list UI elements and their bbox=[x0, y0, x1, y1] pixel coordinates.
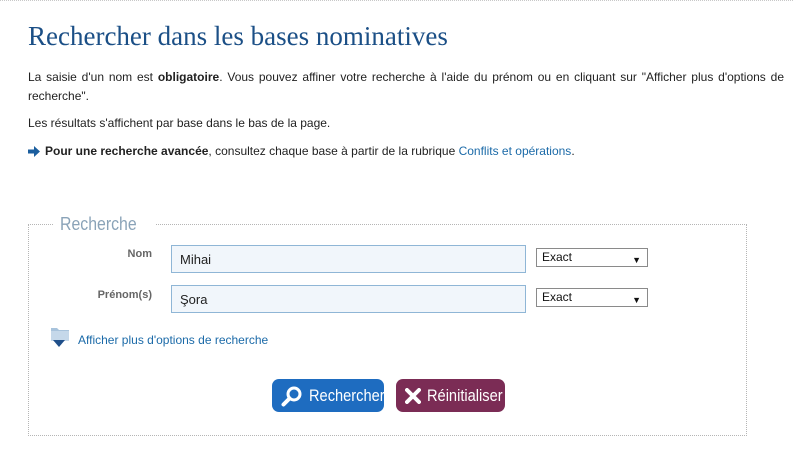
intro-mandatory: obligatoire bbox=[157, 70, 220, 84]
advanced-search-text: , consultez chaque base à partir de la r… bbox=[208, 144, 459, 158]
advanced-search-label: Pour une recherche avancée bbox=[45, 144, 209, 158]
advanced-search-end: . bbox=[571, 144, 575, 158]
more-options-link[interactable]: Afficher plus d'options de recherche bbox=[78, 333, 268, 347]
dropdown-caret-icon: ▼ bbox=[632, 255, 641, 265]
search-button-label: Rechercher bbox=[309, 385, 385, 405]
close-icon bbox=[405, 387, 421, 404]
dropdown-caret-icon: ▼ bbox=[632, 295, 641, 305]
results-note: Les résultats s'affichent par base dans … bbox=[28, 116, 331, 130]
search-button[interactable]: Rechercher bbox=[272, 379, 385, 412]
more-options-toggle[interactable]: Afficher plus d'options de recherche bbox=[50, 326, 268, 353]
prenom-input[interactable] bbox=[171, 285, 526, 313]
nom-label: Nom bbox=[127, 248, 152, 260]
search-icon bbox=[281, 385, 303, 407]
intro-paragraph: La saisie d'un nom est obligatoire. Vous… bbox=[28, 68, 784, 106]
conflicts-operations-link[interactable]: Conflits et opérations bbox=[459, 144, 572, 158]
intro-text-start: La saisie d'un nom est bbox=[28, 70, 158, 84]
nom-match-select[interactable]: Exact ▼ bbox=[536, 248, 648, 267]
search-legend: Recherche bbox=[60, 214, 137, 234]
folder-expand-icon bbox=[50, 326, 70, 353]
right-arrow-icon bbox=[28, 146, 40, 160]
top-divider bbox=[0, 0, 793, 3]
nom-match-value: Exact bbox=[542, 250, 573, 264]
reset-button[interactable]: Réinitialiser bbox=[396, 379, 505, 412]
advanced-search-note: Pour une recherche avancée, consultez ch… bbox=[28, 144, 575, 160]
prenom-label: Prénom(s) bbox=[97, 289, 152, 301]
prenom-match-select[interactable]: Exact ▼ bbox=[536, 288, 648, 307]
reset-button-label: Réinitialiser bbox=[427, 385, 503, 405]
prenom-match-value: Exact bbox=[542, 290, 573, 304]
nom-input[interactable] bbox=[171, 245, 526, 273]
page-title: Rechercher dans les bases nominatives bbox=[28, 21, 448, 51]
